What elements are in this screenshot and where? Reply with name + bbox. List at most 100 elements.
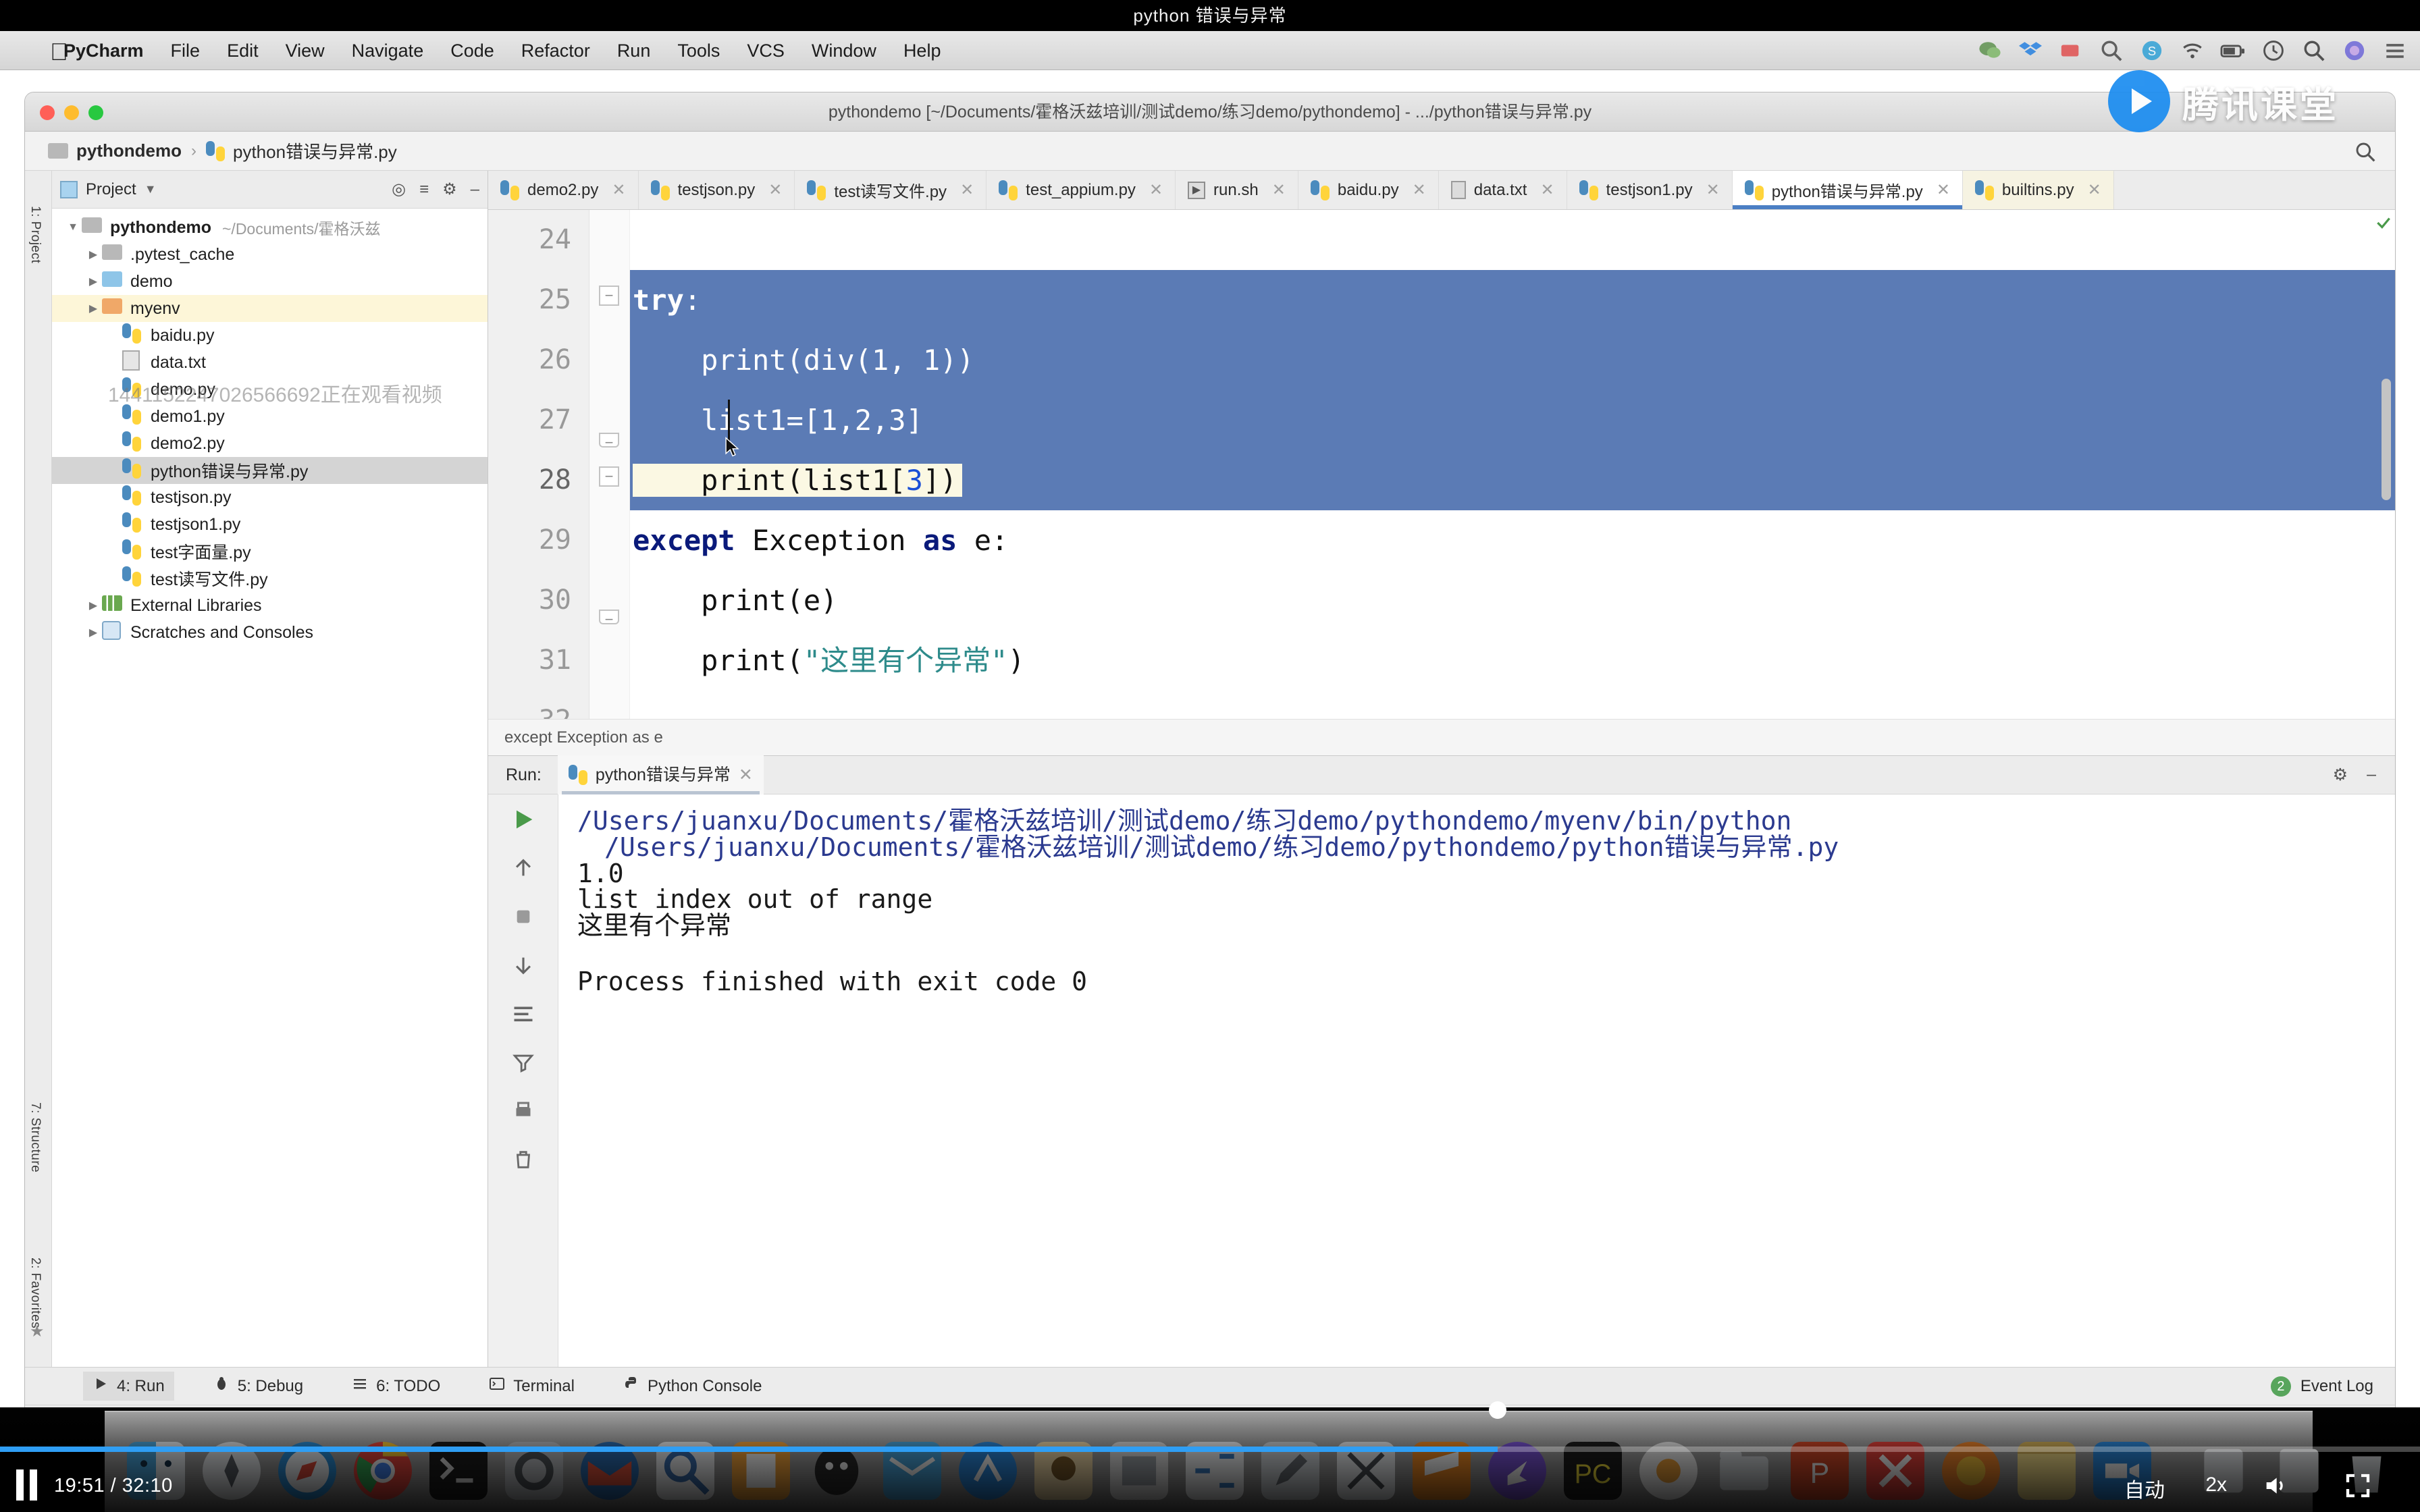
volume-icon[interactable] [2259, 1472, 2292, 1499]
stop-icon[interactable] [508, 901, 539, 932]
code-line[interactable]: print(list1[3]) [630, 450, 2395, 510]
close-icon[interactable]: ✕ [1413, 180, 1426, 200]
code-editor[interactable]: 24 25 26 27 28 29 30 31 32 − − − − try: print(di… [488, 210, 2395, 719]
expand-arrow-icon[interactable]: ▶ [84, 275, 102, 288]
chat-icon[interactable] [1977, 39, 2003, 62]
code-line[interactable]: print("这里有个异常") [630, 630, 2395, 691]
tree-item[interactable]: baidu.py [52, 322, 488, 349]
spotlight-icon[interactable] [2301, 39, 2327, 62]
editor-tab[interactable]: ▶ run.sh ✕ [1176, 171, 1298, 209]
rerun-icon[interactable] [508, 804, 539, 835]
event-log-button[interactable]: 2 Event Log [2270, 1376, 2373, 1397]
gear-icon[interactable]: ⚙ [2333, 765, 2348, 785]
tool-window-button[interactable]: 4: Run [83, 1372, 174, 1401]
menu-item-vcs[interactable]: VCS [733, 31, 798, 70]
minimize-icon[interactable]: ‒ [2367, 765, 2376, 785]
editor-tab[interactable]: test读写文件.py ✕ [795, 171, 987, 209]
close-icon[interactable]: ✕ [1272, 180, 1286, 200]
code-line[interactable]: except Exception as e: [630, 510, 2395, 570]
scroll-up-icon[interactable] [508, 853, 539, 884]
control-center-icon[interactable] [2382, 39, 2408, 62]
tree-item[interactable]: python错误与异常.py [52, 457, 488, 484]
scroll-down-icon[interactable] [508, 950, 539, 981]
soft-wrap-icon[interactable] [508, 998, 539, 1029]
code-line[interactable] [630, 691, 2395, 719]
menu-item-code[interactable]: Code [437, 31, 508, 70]
playback-speed-button[interactable]: 2x [2205, 1474, 2227, 1496]
skype-icon[interactable]: S [2139, 39, 2165, 62]
fold-end-except[interactable]: − [599, 610, 619, 628]
tree-item[interactable]: testjson1.py [52, 511, 488, 538]
quality-auto-button[interactable]: 自动 [2124, 1474, 2165, 1503]
close-icon[interactable]: ✕ [1937, 180, 1950, 200]
code-line[interactable]: print(div(1, 1)) [630, 330, 2395, 390]
code-folding-column[interactable]: − − − − [589, 210, 630, 719]
dropbox-icon[interactable] [2018, 39, 2043, 62]
video-progress-handle[interactable] [1489, 1401, 1507, 1419]
tool-window-button[interactable]: 5: Debug [204, 1372, 313, 1401]
fold-toggle-try[interactable]: − [599, 286, 619, 306]
filter-icon[interactable] [508, 1047, 539, 1078]
expand-arrow-icon[interactable]: ▶ [84, 302, 102, 315]
inspection-status-icon[interactable] [2375, 214, 2392, 232]
locate-icon[interactable]: ◎ [392, 180, 406, 199]
tree-item[interactable]: testjson.py [52, 484, 488, 511]
menu-item-navigate[interactable]: Navigate [338, 31, 438, 70]
editor-tab[interactable]: data.txt ✕ [1439, 171, 1567, 209]
menu-item-view[interactable]: View [272, 31, 338, 70]
run-console-output[interactable]: /Users/juanxu/Documents/霍格沃兹培训/测试demo/练习… [558, 794, 2395, 1367]
tool-window-button[interactable]: Terminal [479, 1372, 584, 1401]
menu-item-run[interactable]: Run [604, 31, 664, 70]
star-icon[interactable]: ★ [30, 1322, 45, 1341]
close-icon[interactable]: ✕ [612, 180, 625, 200]
expand-arrow-icon[interactable]: ▶ [84, 626, 102, 639]
battery-icon[interactable] [2220, 39, 2246, 62]
tree-item[interactable]: test读写文件.py [52, 565, 488, 592]
editor-scrollbar-thumb[interactable] [2382, 379, 2391, 500]
battery-alt-icon[interactable] [2058, 39, 2084, 62]
editor-tab[interactable]: python错误与异常.py ✕ [1732, 171, 1963, 209]
editor-tab[interactable]: builtins.py ✕ [1962, 171, 2114, 209]
tree-item[interactable]: ▶ .pytest_cache [52, 241, 488, 268]
fold-end-try[interactable]: − [599, 433, 619, 451]
tree-item[interactable]: demo2.py [52, 430, 488, 457]
breadcrumb-file[interactable]: python错误与异常.py [206, 138, 397, 163]
tree-item[interactable]: ▶ myenv [52, 295, 488, 322]
expand-arrow-icon[interactable]: ▼ [64, 221, 82, 234]
collapse-all-icon[interactable]: ≡ [419, 180, 429, 199]
run-tab[interactable]: python错误与异常 ✕ [557, 755, 764, 794]
close-icon[interactable]: ✕ [960, 180, 974, 200]
chevron-down-icon[interactable]: ▼ [144, 182, 157, 196]
tree-item[interactable]: demo.py [52, 376, 488, 403]
project-title-group[interactable]: Project ▼ [60, 180, 157, 199]
tool-button-project[interactable]: 1: Project [28, 206, 43, 263]
editor-tab[interactable]: test_appium.py ✕ [987, 171, 1176, 209]
fold-toggle-except[interactable]: − [599, 466, 619, 487]
print-icon[interactable] [508, 1096, 539, 1127]
code-text[interactable]: try: print(div(1, 1)) list1=[1,2,3] prin… [630, 210, 2395, 719]
menu-item-tools[interactable]: Tools [664, 31, 733, 70]
tree-item[interactable]: ▶ demo [52, 268, 488, 295]
tree-item[interactable]: ▶ External Libraries [52, 592, 488, 619]
wifi-icon[interactable] [2180, 39, 2205, 62]
code-line[interactable]: print(e) [630, 570, 2395, 630]
close-icon[interactable]: ✕ [739, 755, 753, 794]
close-icon[interactable]: ✕ [1540, 180, 1554, 200]
menu-item-edit[interactable]: Edit [213, 31, 272, 70]
tree-item[interactable]: test字面量.py [52, 538, 488, 565]
pause-icon[interactable] [14, 1469, 41, 1501]
search-icon[interactable] [2355, 141, 2376, 163]
close-icon[interactable]: ✕ [1706, 180, 1720, 200]
tree-item[interactable]: ▼ pythondemo ~/Documents/霍格沃兹 [52, 214, 488, 241]
code-line[interactable] [630, 210, 2395, 270]
close-icon[interactable]: ✕ [1149, 180, 1163, 200]
fullscreen-icon[interactable] [2343, 1472, 2373, 1499]
breadcrumb-project[interactable]: pythondemo [48, 140, 182, 161]
clock-icon[interactable] [2261, 39, 2286, 62]
menu-item-refactor[interactable]: Refactor [508, 31, 604, 70]
close-icon[interactable]: ✕ [2088, 180, 2101, 200]
video-progress-bar[interactable] [0, 1447, 2420, 1452]
trash-icon[interactable] [508, 1144, 539, 1175]
tool-window-button[interactable]: 6: TODO [342, 1372, 450, 1401]
tool-window-button[interactable]: Python Console [614, 1372, 771, 1401]
